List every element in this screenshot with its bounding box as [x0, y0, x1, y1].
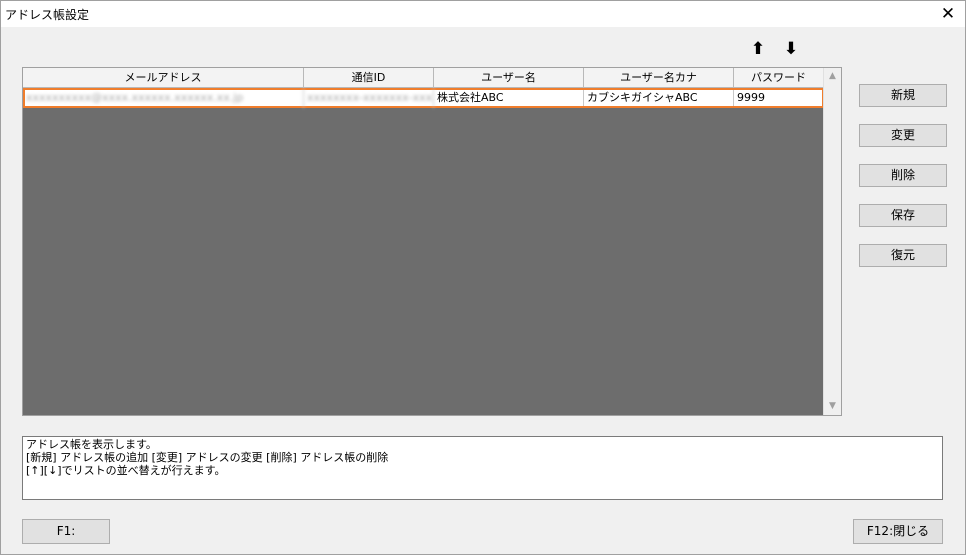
cell-user-kana[interactable]: カブシキガイシャABC: [584, 88, 734, 108]
scroll-down-icon[interactable]: ▼: [824, 398, 841, 415]
address-list-grid[interactable]: メールアドレス 通信ID ユーザー名 ユーザー名カナ パスワード xxxxxxx…: [22, 67, 842, 416]
help-message-line: [↑][↓]でリストの並べ替えが行えます。: [26, 464, 226, 477]
column-header-user-name[interactable]: ユーザー名: [434, 68, 584, 88]
restore-button[interactable]: 復元: [859, 244, 947, 267]
title-bar: アドレス帳設定 ✕: [1, 1, 965, 27]
column-header-user-kana[interactable]: ユーザー名カナ: [584, 68, 734, 88]
column-header-password[interactable]: パスワード: [734, 68, 824, 88]
close-icon[interactable]: ✕: [931, 1, 965, 27]
help-message-line: [新規] アドレス帳の追加 [変更] アドレスの変更 [削除] アドレス帳の削除: [26, 451, 389, 464]
grid-header: メールアドレス 通信ID ユーザー名 ユーザー名カナ パスワード: [23, 68, 824, 88]
column-header-comm-id[interactable]: 通信ID: [304, 68, 434, 88]
address-book-window: アドレス帳設定 ✕ ⬆ ⬇ メールアドレス 通信ID ユーザー名 ユーザー名カナ…: [0, 0, 966, 555]
cell-password[interactable]: 9999: [734, 88, 824, 108]
vertical-scrollbar[interactable]: ▲ ▼: [823, 68, 841, 415]
cell-comm-id[interactable]: xxxxxxxx-xxxxxxx-xxxx: [304, 88, 434, 108]
new-button[interactable]: 新規: [859, 84, 947, 107]
move-down-arrow-icon[interactable]: ⬇: [781, 39, 801, 59]
change-button[interactable]: 変更: [859, 124, 947, 147]
scroll-up-icon[interactable]: ▲: [824, 68, 841, 85]
save-button[interactable]: 保存: [859, 204, 947, 227]
delete-button[interactable]: 削除: [859, 164, 947, 187]
f1-button[interactable]: F1:: [22, 519, 110, 544]
f12-close-button[interactable]: F12:閉じる: [853, 519, 943, 544]
help-message-box: アドレス帳を表示します。 [新規] アドレス帳の追加 [変更] アドレスの変更 …: [22, 436, 943, 500]
cell-user-name[interactable]: 株式会社ABC: [434, 88, 584, 108]
window-title: アドレス帳設定: [5, 8, 90, 22]
move-up-arrow-icon[interactable]: ⬆: [748, 39, 768, 59]
column-header-email[interactable]: メールアドレス: [23, 68, 304, 88]
cell-email[interactable]: xxxxxxxxxx@xxxx.xxxxxx.xxxxxx.xx.jp: [23, 88, 304, 108]
help-message-line: アドレス帳を表示します。: [26, 438, 157, 451]
table-row[interactable]: xxxxxxxxxx@xxxx.xxxxxx.xxxxxx.xx.jp xxxx…: [23, 88, 824, 108]
